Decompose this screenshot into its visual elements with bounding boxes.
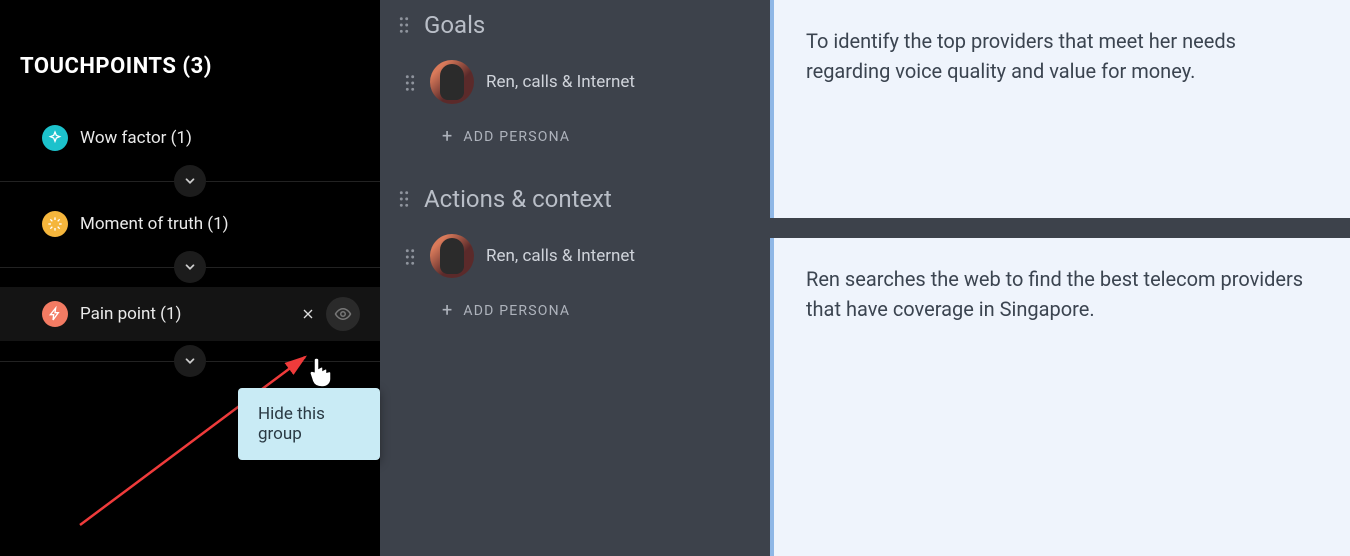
persona-row[interactable]: Ren, calls & Internet	[404, 228, 752, 284]
plus-icon: +	[442, 128, 453, 146]
add-persona-button[interactable]: + ADD PERSONA	[442, 302, 752, 320]
persona-row[interactable]: Ren, calls & Internet	[404, 54, 752, 110]
tooltip-text: Hide this group	[258, 404, 325, 444]
touchpoint-row-moment-of-truth[interactable]: Moment of truth (1)	[0, 201, 380, 247]
sidebar-title: TOUCHPOINTS (3)	[0, 0, 380, 79]
avatar	[430, 60, 474, 104]
expand-toggle[interactable]	[174, 165, 206, 197]
content-card-actions[interactable]: Ren searches the web to find the best te…	[770, 238, 1350, 556]
card-text: To identify the top providers that meet …	[774, 0, 1350, 112]
touchpoints-sidebar: TOUCHPOINTS (3) Wow factor (1) Moment of…	[0, 0, 380, 556]
journey-outline-column: Goals Ren, calls & Internet + ADD PERSON…	[380, 0, 770, 556]
card-text: Ren searches the web to find the best te…	[774, 238, 1350, 350]
touchpoint-list: Wow factor (1) Moment of truth (1) Pain …	[0, 115, 380, 381]
plus-icon: +	[442, 302, 453, 320]
add-persona-label: ADD PERSONA	[463, 129, 570, 145]
add-persona-label: ADD PERSONA	[463, 303, 570, 319]
section-title: Goals	[424, 10, 485, 40]
touchpoint-label: Wow factor (1)	[80, 128, 192, 148]
section-title: Actions & context	[424, 184, 612, 214]
tooltip-hide-group: Hide this group	[238, 388, 380, 460]
add-persona-button[interactable]: + ADD PERSONA	[442, 128, 752, 146]
drag-handle-icon[interactable]	[398, 10, 412, 38]
close-icon[interactable]	[294, 300, 322, 328]
drag-handle-icon[interactable]	[404, 68, 418, 96]
persona-name: Ren, calls & Internet	[486, 245, 635, 267]
content-card-goals[interactable]: To identify the top providers that meet …	[770, 0, 1350, 218]
hide-group-button[interactable]	[326, 297, 360, 331]
avatar	[430, 234, 474, 278]
journey-content-column: To identify the top providers that meet …	[770, 0, 1350, 556]
divider	[0, 161, 380, 201]
expand-toggle[interactable]	[174, 345, 206, 377]
bolt-icon	[42, 301, 68, 327]
section-goals: Goals Ren, calls & Internet + ADD PERSON…	[380, 0, 770, 168]
drag-handle-icon[interactable]	[404, 242, 418, 270]
touchpoint-label: Moment of truth (1)	[80, 214, 229, 234]
expand-toggle[interactable]	[174, 251, 206, 283]
divider	[0, 247, 380, 287]
persona-name: Ren, calls & Internet	[486, 71, 635, 93]
touchpoint-label: Pain point (1)	[80, 304, 181, 324]
sparkle-icon	[42, 125, 68, 151]
touchpoint-row-pain-point[interactable]: Pain point (1)	[0, 287, 380, 341]
section-actions-context: Actions & context Ren, calls & Internet …	[380, 174, 770, 342]
drag-handle-icon[interactable]	[398, 184, 412, 212]
touchpoint-row-wow-factor[interactable]: Wow factor (1)	[0, 115, 380, 161]
burst-icon	[42, 211, 68, 237]
divider	[0, 341, 380, 381]
